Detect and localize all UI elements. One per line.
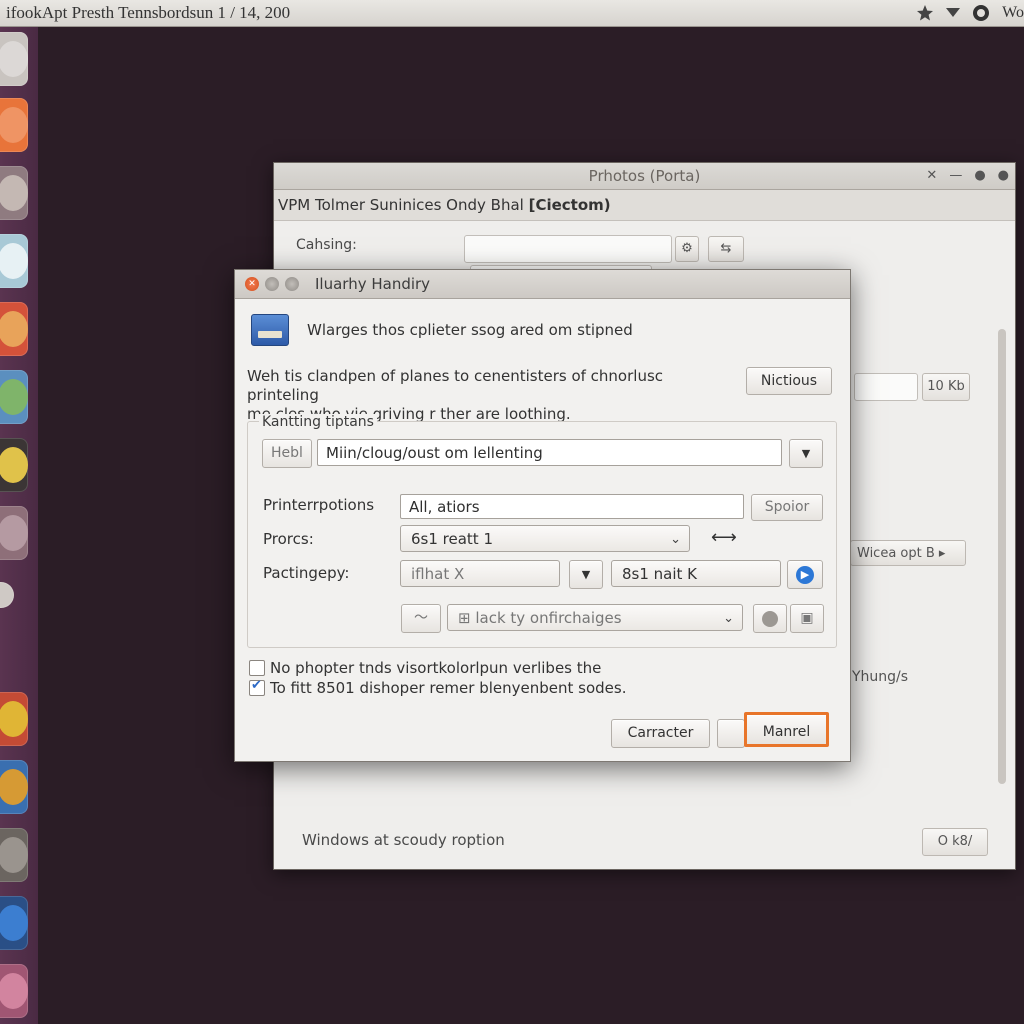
bg-window-title: Prhotos (Porta) — [588, 167, 701, 185]
bg-close-icon[interactable]: ● — [998, 163, 1009, 189]
bg-scrollbar[interactable] — [998, 329, 1006, 784]
bg-combo-value: Wicea opt B — [857, 546, 935, 561]
checkbox-2[interactable] — [249, 678, 265, 696]
pink-ball-icon[interactable] — [0, 964, 28, 1018]
globe-icon[interactable] — [0, 370, 28, 424]
paging-right-combo[interactable]: 8s1 nait K — [611, 560, 781, 587]
paging-label: Pactingepy: — [263, 564, 350, 582]
checkbox-1[interactable] — [249, 660, 265, 676]
top-panel: ifookApt Presth Tennsbordsun 1 / 14, 200… — [0, 0, 1024, 27]
checkbox-1-label: No phopter tnds visortkolorlpun verlibes… — [270, 659, 602, 677]
head-label-button[interactable]: Hebl — [262, 439, 312, 468]
stop-icon — [762, 610, 778, 627]
options-button[interactable]: Spoior — [751, 494, 823, 521]
checkbox-2-label: To fitt 8501 dishoper remer blenyenbent … — [270, 679, 627, 697]
bg-footer-button[interactable]: O k8/ — [922, 828, 988, 856]
bg-footer-text: Windows at scoudy roption — [302, 831, 505, 849]
top-panel-title: ifookApt Presth Tennsbordsun 1 / 14, 200 — [6, 3, 291, 22]
chrome-icon[interactable] — [0, 692, 28, 746]
bg-maximize-icon[interactable]: ● — [974, 163, 985, 189]
star-icon[interactable] — [916, 4, 934, 22]
pink-app-icon[interactable] — [0, 506, 28, 560]
bg-swap-button[interactable]: ⇆ — [708, 236, 744, 262]
chevron-down-icon: ⌄ — [723, 611, 734, 626]
tools-icon[interactable] — [0, 828, 28, 882]
description-line-1: Weh tis clandpen of planes to cenentiste… — [247, 367, 664, 404]
bg-window-titlebar: Prhotos (Porta) ✕ — ● ● — [274, 163, 1015, 190]
launcher — [0, 27, 38, 1024]
stop-button[interactable] — [753, 604, 787, 633]
info-icon: ▶ — [796, 565, 814, 584]
checklist-value: lack ty onfirchaiges — [475, 609, 622, 627]
orange-app-icon[interactable] — [0, 98, 28, 152]
procs-label: Prorcs: — [263, 530, 314, 548]
procs-value: 6s1 reatt 1 — [411, 530, 494, 548]
chevron-down-icon[interactable] — [946, 8, 961, 18]
bg-combo[interactable]: Wicea opt B ▸ — [850, 540, 966, 566]
image-button[interactable]: ▣ — [790, 604, 824, 633]
bg-size-button[interactable]: 10 Kb — [922, 373, 970, 401]
printer-icon — [251, 314, 289, 346]
dialog-header: Wlarges thos cplieter ssog ared om stipn… — [251, 314, 633, 346]
procs-combo[interactable]: 6s1 reatt 1 ⌄ — [400, 525, 690, 552]
bg-menubar-bold[interactable]: [Ciectom) — [529, 196, 611, 214]
frame-label: Kantting tiptans — [259, 414, 377, 430]
path-input[interactable]: Miin/cloug/oust om lellenting — [317, 439, 782, 466]
bg-settings-button[interactable]: ⚙ — [675, 236, 699, 262]
small-dot-icon[interactable] — [0, 582, 14, 608]
lock-app-icon[interactable] — [0, 234, 28, 288]
maximize-icon[interactable] — [285, 277, 299, 291]
ok-button[interactable]: Manrel — [744, 712, 829, 747]
options-label: Printerrpotions — [263, 496, 375, 514]
bg-menubar-text[interactable]: VPM Tolmer Suninices Ondy Bhal — [278, 196, 529, 214]
paging-dropdown-button[interactable]: ▼ — [569, 560, 603, 589]
dialog-header-text: Wlarges thos cplieter ssog ared om stipn… — [307, 321, 633, 339]
info-button[interactable]: ▶ — [787, 560, 823, 589]
bg-pin-icon[interactable]: ✕ — [926, 163, 937, 189]
checklist-combo[interactable]: ⊞ lack ty onfirchaiges ⌄ — [447, 604, 743, 631]
chevron-down-icon: ⌄ — [670, 532, 681, 547]
red-app-icon[interactable] — [0, 302, 28, 356]
cancel-button[interactable]: Carracter — [611, 719, 710, 748]
wave-button[interactable]: 〜 — [401, 604, 441, 633]
spacer-button — [717, 719, 745, 748]
power-icon[interactable] — [972, 4, 990, 22]
bg-size-field[interactable] — [854, 373, 918, 401]
bg-menubar: VPM Tolmer Suninices Ondy Bhal [Ciectom) — [274, 190, 1015, 221]
paging-left-combo[interactable]: iflhat X — [400, 560, 560, 587]
swap-arrows-icon[interactable]: ⟷ — [711, 527, 737, 548]
bg-side-text: Yhung/s — [852, 669, 909, 685]
bg-caching-label: Cahsing: — [296, 237, 357, 253]
close-icon[interactable]: ✕ — [245, 277, 259, 291]
minimize-icon[interactable] — [265, 277, 279, 291]
help-icon[interactable] — [0, 32, 28, 86]
files-icon[interactable] — [0, 760, 28, 814]
options-input[interactable]: All, atiors — [400, 494, 744, 519]
bg-caching-field[interactable] — [464, 235, 672, 263]
dialog-titlebar: ✕ Iluarhy Handiry — [235, 270, 850, 299]
print-dialog: ✕ Iluarhy Handiry Wlarges thos cplieter … — [234, 269, 851, 762]
user-indicator[interactable]: Wo — [1002, 0, 1024, 26]
top-action-button[interactable]: Nictious — [746, 367, 832, 395]
bg-minimize-icon[interactable]: — — [949, 163, 962, 189]
camera-icon[interactable] — [0, 438, 28, 492]
dialog-title: Iluarhy Handiry — [315, 275, 431, 293]
disc-icon[interactable] — [0, 166, 28, 220]
blue-ring-icon[interactable] — [0, 896, 28, 950]
path-dropdown-button[interactable]: ▼ — [789, 439, 823, 468]
